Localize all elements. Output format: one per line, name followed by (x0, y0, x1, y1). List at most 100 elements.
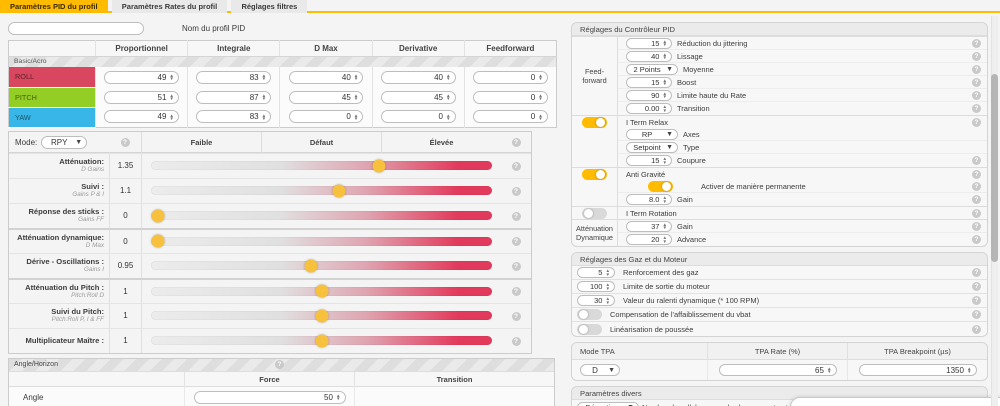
stepper-arrows-icon[interactable] (354, 114, 359, 120)
help-icon[interactable] (972, 104, 981, 113)
dyn-damp-gain-stepper[interactable]: 37 (626, 221, 672, 232)
iterm-relax-type-select[interactable]: Setpoint (626, 142, 678, 153)
help-icon[interactable] (512, 337, 521, 346)
stepper-arrows-icon[interactable] (662, 105, 667, 111)
thrust-linear-toggle[interactable] (577, 324, 602, 335)
stepper-arrows-icon[interactable] (538, 94, 543, 100)
motor-output-limit-stepper[interactable]: 100 (577, 281, 615, 292)
stepper-arrows-icon[interactable] (662, 79, 667, 85)
pitch-p-stepper[interactable]: 51 (104, 91, 179, 104)
stepper-arrows-icon[interactable] (446, 114, 451, 120)
stepper-arrows-icon[interactable] (169, 74, 174, 80)
help-icon[interactable] (972, 170, 981, 179)
help-icon[interactable] (972, 39, 981, 48)
slider-track[interactable] (151, 161, 492, 170)
ff-smoothing-stepper[interactable]: 40 (626, 51, 672, 62)
dyn-damp-advance-stepper[interactable]: 20 (626, 234, 672, 245)
stepper-arrows-icon[interactable] (169, 114, 174, 120)
ff-jitter-stepper[interactable]: 15 (626, 38, 672, 49)
mode-select[interactable]: RPY (41, 136, 87, 149)
scrollbar-track[interactable] (991, 16, 998, 406)
stepper-arrows-icon[interactable] (662, 223, 667, 229)
tab-rates-profile[interactable]: Paramètres Rates du profil (112, 0, 227, 13)
slider-track[interactable] (151, 261, 492, 270)
iterm-rotation-toggle[interactable] (582, 208, 607, 219)
help-icon[interactable] (512, 237, 521, 246)
yaw-p-stepper[interactable]: 49 (104, 110, 179, 123)
help-icon[interactable] (512, 312, 521, 321)
cell-count-select[interactable]: Désactiver (577, 402, 639, 406)
iterm-relax-toggle[interactable] (582, 117, 607, 128)
help-icon[interactable] (972, 156, 981, 165)
stepper-arrows-icon[interactable] (262, 94, 267, 100)
tab-filter-settings[interactable]: Réglages filtres (231, 0, 307, 13)
stepper-arrows-icon[interactable] (538, 74, 543, 80)
slider-track[interactable] (151, 336, 492, 345)
yaw-d-stepper[interactable]: 0 (381, 110, 456, 123)
angle-strength-stepper[interactable]: 50 (194, 391, 346, 404)
pitch-ff-stepper[interactable]: 0 (473, 91, 548, 104)
anti-gravity-toggle[interactable] (582, 169, 607, 180)
help-icon[interactable] (121, 138, 130, 147)
help-icon[interactable] (972, 268, 981, 277)
slider-knob[interactable] (315, 285, 328, 298)
slider-knob[interactable] (373, 159, 386, 172)
help-icon[interactable] (972, 182, 981, 191)
stepper-arrows-icon[interactable] (662, 92, 667, 98)
profile-name-input[interactable] (13, 24, 139, 33)
slider-track[interactable] (151, 237, 492, 246)
help-icon[interactable] (512, 162, 521, 171)
tpa-breakpoint-stepper[interactable]: 1350 (859, 364, 977, 376)
stepper-arrows-icon[interactable] (662, 196, 667, 202)
stepper-arrows-icon[interactable] (446, 74, 451, 80)
help-icon[interactable] (972, 78, 981, 87)
slider-knob[interactable] (315, 334, 328, 347)
slider-knob[interactable] (332, 184, 345, 197)
help-icon[interactable] (512, 138, 521, 147)
anti-gravity-permanent-toggle[interactable] (648, 181, 673, 192)
roll-dmax-stepper[interactable]: 40 (289, 71, 364, 84)
pitch-d-stepper[interactable]: 45 (381, 91, 456, 104)
iterm-relax-cutoff-stepper[interactable]: 15 (626, 155, 672, 166)
roll-i-stepper[interactable]: 83 (196, 71, 271, 84)
stepper-arrows-icon[interactable] (605, 297, 610, 303)
anti-gravity-gain-stepper[interactable]: 8.0 (626, 194, 672, 205)
vbat-sag-toggle[interactable] (577, 309, 602, 320)
stepper-arrows-icon[interactable] (662, 40, 667, 46)
stepper-arrows-icon[interactable] (662, 157, 667, 163)
ff-max-rate-stepper[interactable]: 90 (626, 90, 672, 101)
help-icon[interactable] (972, 118, 981, 127)
ff-transition-stepper[interactable]: 0.00 (626, 103, 672, 114)
help-icon[interactable] (512, 187, 521, 196)
help-icon[interactable] (972, 65, 981, 74)
help-icon[interactable] (972, 282, 981, 291)
ff-averaging-select[interactable]: 2 Points (626, 64, 678, 75)
stepper-arrows-icon[interactable] (354, 74, 359, 80)
tpa-mode-select[interactable]: D (580, 364, 620, 376)
stepper-arrows-icon[interactable] (169, 94, 174, 100)
dynamic-idle-stepper[interactable]: 30 (577, 295, 615, 306)
slider-track[interactable] (151, 211, 492, 220)
yaw-dmax-stepper[interactable]: 0 (289, 110, 364, 123)
roll-ff-stepper[interactable]: 0 (473, 71, 548, 84)
stepper-arrows-icon[interactable] (262, 74, 267, 80)
throttle-boost-stepper[interactable]: 5 (577, 267, 615, 278)
stepper-arrows-icon[interactable] (662, 53, 667, 59)
roll-p-stepper[interactable]: 49 (104, 71, 179, 84)
slider-track[interactable] (151, 186, 492, 195)
stepper-arrows-icon[interactable] (605, 283, 610, 289)
help-icon[interactable] (972, 91, 981, 100)
help-icon[interactable] (972, 310, 981, 319)
stepper-arrows-icon[interactable] (827, 367, 832, 373)
slider-knob[interactable] (151, 235, 164, 248)
help-icon[interactable] (972, 52, 981, 61)
help-icon[interactable] (512, 287, 521, 296)
stepper-arrows-icon[interactable] (262, 114, 267, 120)
slider-knob[interactable] (151, 209, 164, 222)
help-icon[interactable] (512, 212, 521, 221)
stepper-arrows-icon[interactable] (662, 236, 667, 242)
yaw-ff-stepper[interactable]: 0 (473, 110, 548, 123)
help-icon[interactable] (512, 262, 521, 271)
iterm-relax-axes-select[interactable]: RP (626, 129, 678, 140)
stepper-arrows-icon[interactable] (967, 367, 972, 373)
